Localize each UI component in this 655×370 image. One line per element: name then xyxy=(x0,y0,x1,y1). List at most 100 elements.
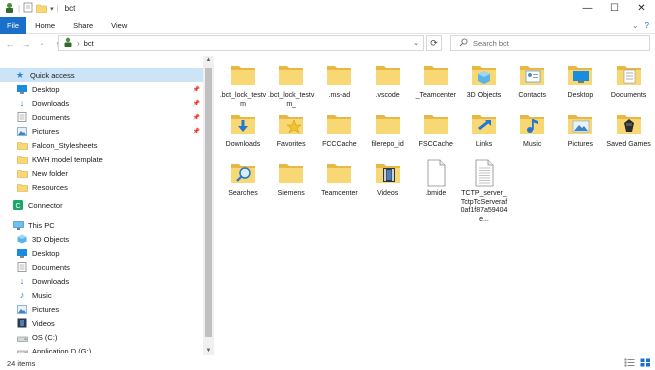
file-item[interactable]: .ms-ad xyxy=(316,60,362,101)
sidebar-item-desktop[interactable]: Desktop 📌 xyxy=(0,82,203,96)
sidebar-item-label: Falcon_Stylesheets xyxy=(32,140,98,150)
sidebar-item-downloads[interactable]: ↓ Downloads 📌 xyxy=(0,96,203,110)
file-item[interactable]: .bct_lock_testvm xyxy=(220,60,266,109)
folder-videos-icon xyxy=(373,158,403,188)
file-item[interactable]: Contacts xyxy=(509,60,555,101)
sidebar-item-desktop[interactable]: Desktop xyxy=(0,246,203,260)
file-item[interactable]: Documents xyxy=(606,60,652,101)
sidebar-item-label: Application D (G:) xyxy=(32,346,92,354)
tab-share[interactable]: Share xyxy=(64,17,102,34)
tab-home[interactable]: Home xyxy=(26,17,64,34)
sidebar-item-quick-access[interactable]: ★ Quick access xyxy=(0,68,203,82)
folder-desktop-icon xyxy=(565,60,595,90)
breadcrumb-separator-icon[interactable]: › xyxy=(77,39,80,48)
sidebar-item-new-folder[interactable]: New folder xyxy=(0,166,203,180)
file-item[interactable]: Videos xyxy=(365,158,411,199)
file-item[interactable]: FCCCache xyxy=(316,109,362,150)
tab-file[interactable]: File xyxy=(0,16,27,34)
file-item[interactable]: .vscode xyxy=(365,60,411,101)
recent-locations-icon[interactable]: ⌄ xyxy=(36,40,48,47)
pin-icon: 📌 xyxy=(192,128,200,135)
folder-icon xyxy=(16,182,28,192)
sidebar-item-label: 3D Objects xyxy=(32,234,70,244)
search-input[interactable]: Search bct xyxy=(473,39,509,48)
refresh-button[interactable]: ⟳ xyxy=(426,35,442,51)
sidebar-item-3d-objects[interactable]: 3D Objects xyxy=(0,232,203,246)
file-item[interactable]: Teamcenter xyxy=(316,158,362,199)
scroll-up-icon[interactable]: ▲ xyxy=(203,57,214,63)
scroll-down-icon[interactable]: ▼ xyxy=(203,348,214,354)
file-item[interactable]: TCTP_server_TctpTcServeraf0af1f87a59404e… xyxy=(461,158,507,224)
file-name: .bmide xyxy=(425,190,447,197)
large-icons-view-icon[interactable] xyxy=(640,358,651,369)
sidebar-item-connector[interactable]: C Connector xyxy=(0,198,203,212)
sidebar-item-resources[interactable]: Resources xyxy=(0,180,203,194)
properties-icon[interactable] xyxy=(23,2,33,15)
file-name: .bct_lock_testvm_ xyxy=(268,92,315,108)
folder-icon xyxy=(373,109,403,139)
svg-text:C: C xyxy=(15,203,20,210)
sidebar-item-label: Desktop xyxy=(32,84,60,94)
breadcrumb-bct[interactable]: bct xyxy=(84,39,94,48)
file-item[interactable]: Searches xyxy=(220,158,266,199)
file-item[interactable]: Downloads xyxy=(220,109,266,150)
file-item[interactable]: filerepo_id xyxy=(365,109,411,150)
sidebar-item-falcon-stylesheets[interactable]: Falcon_Stylesheets xyxy=(0,138,203,152)
sidebar-item-application-d-g[interactable]: Application D (G:) xyxy=(0,344,203,353)
file-item[interactable]: Music xyxy=(509,109,555,150)
expand-ribbon-icon[interactable]: ⌄ xyxy=(632,21,639,30)
new-folder-icon[interactable] xyxy=(36,3,47,15)
scrollbar-thumb[interactable] xyxy=(205,68,212,337)
sidebar-item-pictures[interactable]: Pictures 📌 xyxy=(0,124,203,138)
sidebar-item-label: Pictures xyxy=(32,304,60,314)
customize-toolbar-icon[interactable]: ▾ xyxy=(50,5,54,13)
file-item[interactable]: Favorites xyxy=(268,109,314,150)
close-button[interactable]: ✕ xyxy=(628,0,655,17)
file-item[interactable]: Siemens xyxy=(268,158,314,199)
details-view-icon[interactable] xyxy=(624,358,635,369)
file-item[interactable]: Desktop xyxy=(557,60,603,101)
sidebar-item-kwh-model-template[interactable]: KWH model template xyxy=(0,152,203,166)
file-name: Contacts xyxy=(518,92,546,99)
tab-view[interactable]: View xyxy=(102,17,136,34)
folder-searches-icon xyxy=(228,158,258,188)
search-box[interactable]: Search bct xyxy=(450,35,650,51)
sidebar-item-os-c[interactable]: OS (C:) xyxy=(0,330,203,344)
sidebar-item-label: Pictures xyxy=(32,126,60,136)
file-item[interactable]: Pictures xyxy=(557,109,603,150)
file-item[interactable]: .bct_lock_testvm_ xyxy=(268,60,314,109)
file-item[interactable]: _Teamcenter xyxy=(413,60,459,101)
pin-icon: 📌 xyxy=(192,86,200,93)
sidebar-item-label: Documents xyxy=(32,262,70,272)
ribbon: File Home Share View ⌄ ? xyxy=(0,16,655,34)
file-item[interactable]: 3D Objects xyxy=(461,60,507,101)
folder-icon xyxy=(276,60,306,90)
file-name: filerepo_id xyxy=(371,141,404,148)
sidebar-item-downloads[interactable]: ↓ Downloads xyxy=(0,274,203,288)
help-icon[interactable]: ? xyxy=(645,21,649,30)
minimize-button[interactable]: — xyxy=(574,0,601,17)
sidebar-item-pictures[interactable]: Pictures xyxy=(0,302,203,316)
file-item[interactable]: FSCCache xyxy=(413,109,459,150)
maximize-button[interactable]: ☐ xyxy=(601,0,628,17)
sidebar-item-label: OS (C:) xyxy=(32,332,58,342)
sidebar-item-documents[interactable]: Documents xyxy=(0,260,203,274)
address-dropdown-icon[interactable]: ⌄ xyxy=(413,39,419,47)
sidebar-item-documents[interactable]: Documents 📌 xyxy=(0,110,203,124)
file-name: Downloads xyxy=(225,141,261,148)
file-name: Links xyxy=(475,141,493,148)
address-bar[interactable]: › bct ⌄ xyxy=(58,35,424,51)
sidebar-item-this-pc[interactable]: This PC xyxy=(0,218,203,232)
sidebar-item-videos[interactable]: Videos xyxy=(0,316,203,330)
back-icon[interactable]: ← xyxy=(4,39,16,49)
title-bar: | ▾ | bct — ☐ ✕ xyxy=(0,0,655,17)
folder-links-icon xyxy=(469,109,499,139)
sidebar-item-music[interactable]: ♪ Music xyxy=(0,288,203,302)
forward-icon[interactable]: → xyxy=(20,39,32,49)
documents-icon xyxy=(16,112,28,122)
file-item[interactable]: Links xyxy=(461,109,507,150)
navigation-pane-scrollbar[interactable]: ▲ ▼ xyxy=(203,56,214,355)
folder-icon xyxy=(228,60,258,90)
file-item[interactable]: Saved Games xyxy=(606,109,652,150)
file-item[interactable]: .bmide xyxy=(413,158,459,199)
